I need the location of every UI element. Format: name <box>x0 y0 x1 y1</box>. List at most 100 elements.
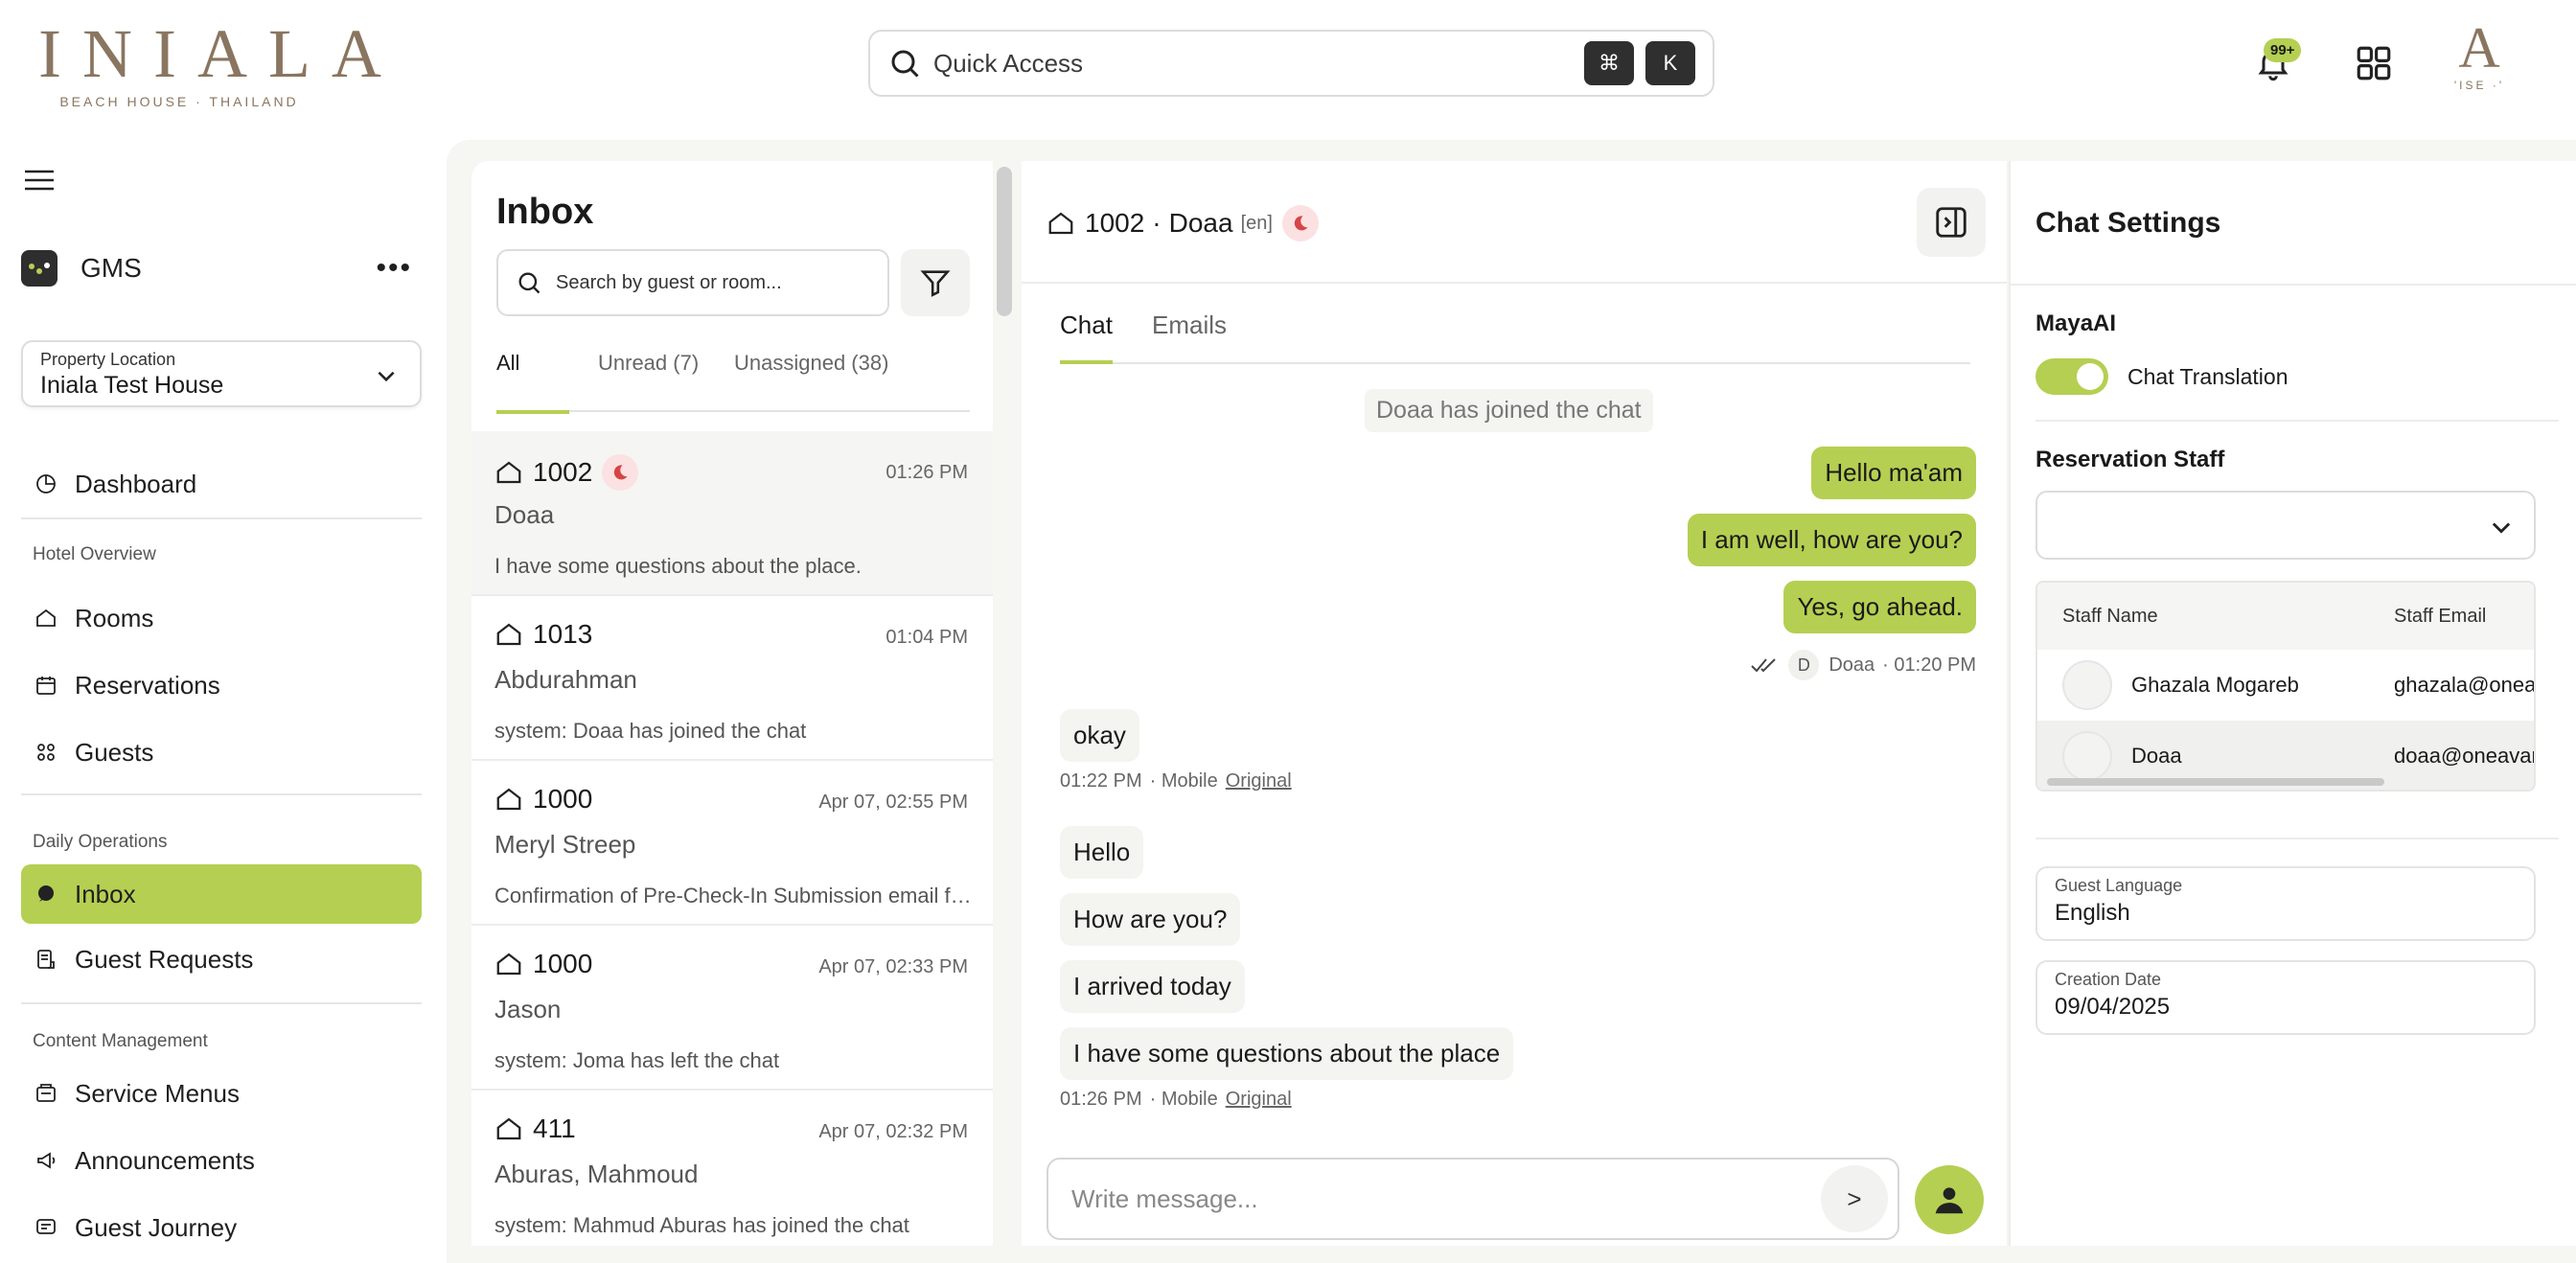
sidebar-item-guest-journey[interactable]: Guest Journey <box>21 1198 422 1257</box>
sidebar-item-guest-requests[interactable]: Guest Requests <box>21 930 422 989</box>
tab-emails[interactable]: Emails <box>1152 310 1227 364</box>
conversation-item[interactable]: 1013 01:04 PM Abdurahman system: Doaa ha… <box>472 596 993 761</box>
sidebar-item-label: Guest Requests <box>75 944 254 974</box>
property-location-select[interactable]: Property Location Iniala Test House <box>21 340 422 407</box>
sidebar-item-label: Rooms <box>75 603 154 632</box>
home-icon <box>496 1117 521 1140</box>
original-link[interactable]: Original <box>1226 770 1292 792</box>
conversation-preview: Confirmation of Pre-Check-In Submission … <box>494 884 974 907</box>
tab-unassigned[interactable]: Unassigned (38) <box>734 351 888 412</box>
tab-chat[interactable]: Chat <box>1060 310 1113 364</box>
sidebar-item-service-menus[interactable]: Service Menus <box>21 1064 422 1123</box>
user-avatar[interactable]: A 'ISE ·' <box>2440 17 2518 103</box>
device-label: · Mobile <box>1149 1089 1218 1110</box>
menu-book-icon <box>36 1084 56 1102</box>
sidebar-item-guests[interactable]: Guests <box>21 723 422 782</box>
original-link[interactable]: Original <box>1226 1089 1292 1111</box>
menu-toggle[interactable] <box>23 167 56 198</box>
chat-room: 1002 <box>1085 208 1145 238</box>
conversation-item[interactable]: 1000 Apr 07, 02:33 PM Jason system: Joma… <box>472 926 993 1091</box>
guest-language-label: Guest Language <box>2055 876 2183 895</box>
top-bar: INIALA BEACH HOUSE · THAILAND Quick Acce… <box>0 0 2576 134</box>
app-name: GMS <box>80 253 142 283</box>
sent-time: · 01:20 PM <box>1882 654 1976 676</box>
avatar <box>2062 731 2112 781</box>
chat-panel: 1002 · Doaa [en] Chat Emails Doaa has jo… <box>1022 161 2007 1246</box>
search-icon <box>518 272 540 294</box>
divider <box>21 1002 422 1004</box>
staff-table: Staff Name Staff Email Ghazala Mogareb g… <box>2036 581 2536 792</box>
apps-grid-button[interactable] <box>2354 33 2394 94</box>
users-icon <box>37 744 55 761</box>
chat-header: 1002 · Doaa [en] <box>1022 161 2007 284</box>
tab-unread[interactable]: Unread (7) <box>598 351 699 412</box>
brand-name: INIALA <box>38 15 402 92</box>
table-horizontal-scrollbar[interactable] <box>2047 778 2384 786</box>
double-check-icon <box>1751 658 1777 673</box>
sidebar-item-label: Announcements <box>75 1145 255 1175</box>
quick-access-search[interactable]: Quick Access ⌘ K <box>868 30 1714 97</box>
incoming-message: How are you? <box>1060 893 1241 946</box>
home-icon <box>36 609 56 627</box>
brand-logo[interactable]: INIALA BEACH HOUSE · THAILAND <box>21 15 402 109</box>
home-icon <box>496 788 521 811</box>
conversation-time: Apr 07, 02:32 PM <box>818 1121 968 1142</box>
outgoing-meta: D Doaa · 01:20 PM <box>1750 650 1976 680</box>
incoming-message: I have some questions about the place <box>1060 1027 1514 1080</box>
settings-title: Chat Settings <box>2036 207 2221 239</box>
home-icon <box>496 953 521 976</box>
guest-language-field: Guest Language English <box>2036 866 2536 941</box>
creation-date-label: Creation Date <box>2055 970 2162 989</box>
chat-guest: Doaa <box>1168 208 1233 238</box>
sidebar-item-rooms[interactable]: Rooms <box>21 588 422 648</box>
inbox-title: Inbox <box>496 192 594 232</box>
moon-icon <box>602 454 639 491</box>
gms-logo-icon <box>21 250 58 287</box>
conversation-preview: system: Joma has left the chat <box>494 1048 780 1072</box>
conversation-guest: Meryl Streep <box>494 830 636 859</box>
conversation-item[interactable]: 1000 Apr 07, 02:55 PM Meryl Streep Confi… <box>472 761 993 926</box>
column-staff-email: Staff Email <box>2394 605 2487 627</box>
toggle-settings-panel-button[interactable] <box>1917 188 1986 257</box>
message-input[interactable]: Write message... > <box>1046 1158 1899 1240</box>
reservation-staff-label: Reservation Staff <box>2036 447 2225 472</box>
sidebar-item-reservations[interactable]: Reservations <box>21 655 422 715</box>
divider <box>21 517 422 519</box>
assign-user-button[interactable] <box>1915 1165 1984 1234</box>
section-content-management: Content Management <box>33 1031 208 1051</box>
home-icon <box>496 461 521 484</box>
kbd-k: K <box>1645 41 1695 85</box>
sidebar-item-label: Guest Journey <box>75 1212 238 1242</box>
filter-button[interactable] <box>901 249 970 316</box>
app-switcher[interactable]: GMS ••• <box>21 247 424 289</box>
incoming-message: I arrived today <box>1060 960 1245 1013</box>
tab-label: Unread (7) <box>598 351 700 375</box>
device-label: · Mobile <box>1149 770 1218 792</box>
send-button[interactable]: > <box>1821 1165 1888 1232</box>
reservation-staff-select[interactable] <box>2036 491 2536 560</box>
guest-language-value: English <box>2055 900 2130 926</box>
sender-initial: D <box>1788 650 1820 680</box>
message-placeholder: Write message... <box>1071 1183 1258 1213</box>
avatar-sub: 'ISE ·' <box>2453 79 2505 92</box>
divider <box>2036 838 2559 839</box>
sidebar-item-inbox[interactable]: Inbox <box>21 864 422 924</box>
conversation-room: 411 <box>533 1114 576 1143</box>
incoming-message: okay <box>1060 709 1139 762</box>
conversation-guest: Abdurahman <box>494 665 637 694</box>
section-daily-operations: Daily Operations <box>33 832 168 852</box>
sidebar-item-announcements[interactable]: Announcements <box>21 1131 422 1190</box>
more-options-icon[interactable]: ••• <box>376 252 412 285</box>
calendar-icon <box>36 677 56 695</box>
conversation-item[interactable]: 1002 01:26 PM Doaa I have some questions… <box>472 431 993 596</box>
sidebar-item-dashboard[interactable]: Dashboard <box>21 454 422 514</box>
table-row[interactable]: Ghazala Mogareb ghazala@oneavan <box>2037 650 2534 721</box>
inbox-scrollbar[interactable] <box>997 167 1012 316</box>
sender-name: Doaa <box>1828 654 1875 676</box>
inbox-search-input[interactable]: Search by guest or room... <box>496 249 889 316</box>
conversation-item[interactable]: 411 Apr 07, 02:32 PM Aburas, Mahmoud sys… <box>472 1091 993 1246</box>
tab-all[interactable]: All <box>496 351 569 414</box>
chat-translation-label: Chat Translation <box>2128 364 2288 389</box>
conversation-preview: system: Doaa has joined the chat <box>494 719 807 743</box>
chat-translation-toggle[interactable] <box>2036 358 2108 395</box>
